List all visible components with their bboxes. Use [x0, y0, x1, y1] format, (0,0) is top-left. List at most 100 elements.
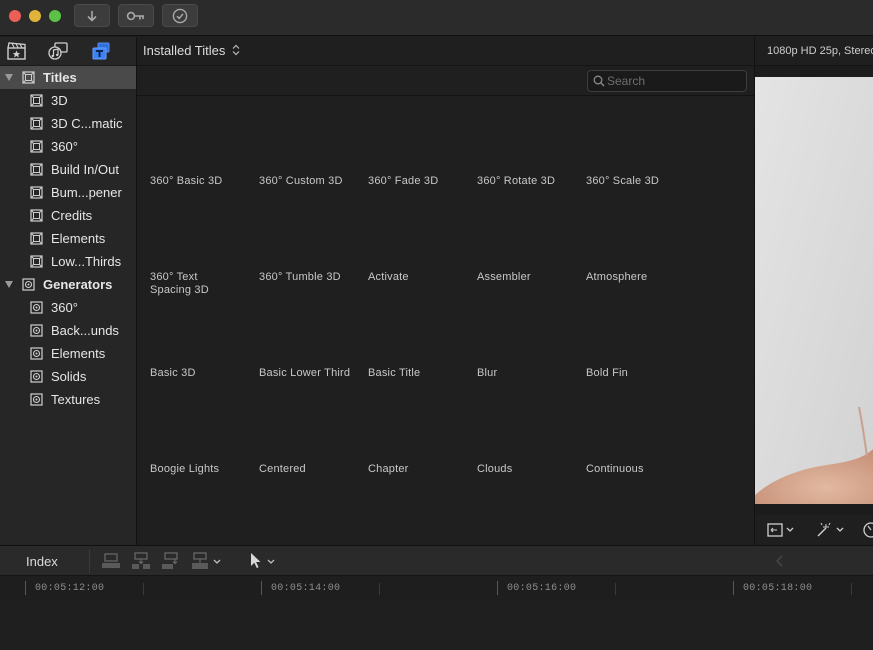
checkmark-circle-icon [172, 8, 188, 23]
title-item[interactable]: 360° Tumble 3D [259, 271, 363, 284]
select-tool-icon[interactable] [248, 552, 278, 570]
photos-audio-icon[interactable] [48, 41, 70, 61]
title-folder-icon [30, 209, 43, 222]
import-button[interactable] [74, 4, 110, 27]
title-item[interactable]: Centered [259, 463, 363, 476]
timecode-label: 00:05:14:00 [271, 583, 341, 594]
sidebar-item-3d[interactable]: 3D [0, 89, 136, 112]
append-clip-icon[interactable] [161, 552, 181, 570]
title-item[interactable]: 360° Basic 3D [150, 175, 254, 188]
disclosure-triangle-icon[interactable] [5, 281, 13, 288]
generator-folder-icon [30, 393, 43, 406]
viewer: 1080p HD 25p, Stereo [755, 37, 873, 545]
sidebar-item-label: 3D [51, 93, 68, 108]
title-folder-icon [30, 186, 43, 199]
title-item[interactable]: Basic Title [368, 367, 472, 380]
title-item[interactable]: 360° Custom 3D [259, 175, 363, 188]
title-item[interactable]: Boogie Lights [150, 463, 254, 476]
title-item[interactable]: 360° Fade 3D [368, 175, 472, 188]
enhance-wand-icon[interactable] [815, 522, 845, 538]
viewer-video-frame[interactable] [755, 77, 873, 504]
sidebar-item-credits[interactable]: Credits [0, 204, 136, 227]
sidebar-item-backgrounds[interactable]: Back...unds [0, 319, 136, 342]
search-field[interactable] [587, 70, 747, 92]
title-item[interactable]: Blur [477, 367, 581, 380]
disclosure-triangle-icon[interactable] [5, 74, 13, 81]
sidebar-item-360[interactable]: 360° [0, 135, 136, 158]
speed-gauge-icon[interactable] [859, 521, 873, 539]
sidebar-item-titles[interactable]: Titles [0, 66, 136, 89]
toolbar-separator [89, 549, 90, 573]
sidebar-item-label: 3D C...matic [51, 116, 123, 131]
title-item[interactable]: 360° Text Spacing 3D [150, 271, 230, 297]
browser-title: Installed Titles [143, 43, 226, 58]
overwrite-clip-icon[interactable] [191, 552, 225, 570]
title-item[interactable]: Basic Lower Third [259, 367, 363, 380]
sidebar-item-generators[interactable]: Generators [0, 273, 136, 296]
sidebar-item-3d-cinematic[interactable]: 3D C...matic [0, 112, 136, 135]
generator-folder-icon [30, 324, 43, 337]
timeline-track-area[interactable] [0, 601, 873, 650]
sidebar-item-label: Credits [51, 208, 93, 223]
search-input[interactable] [607, 73, 743, 89]
viewer-format: 1080p HD 25p, Stereo [767, 45, 873, 57]
key-icon [126, 11, 144, 20]
ruler-tick [733, 581, 734, 595]
sidebar-item-label: Textures [51, 392, 101, 407]
sidebar-item-label: Elements [51, 231, 106, 246]
transform-crop-icon[interactable] [767, 522, 795, 538]
title-item[interactable]: 360° Scale 3D [586, 175, 690, 188]
sidebar-item-generator-elements[interactable]: Elements [0, 342, 136, 365]
close-window-button[interactable] [9, 10, 21, 22]
libraries-clapper-icon[interactable] [6, 41, 28, 61]
up-down-chevron-icon [232, 44, 240, 56]
title-item[interactable]: Chapter [368, 463, 472, 476]
timeline-ruler[interactable]: 00:05:12:00 00:05:14:00 00:05:16:00 00:0… [0, 577, 873, 601]
title-folder-icon [30, 94, 43, 107]
sidebar-tabs [0, 37, 136, 66]
sidebar-item-textures[interactable]: Textures [0, 388, 136, 411]
zoom-window-button[interactable] [49, 10, 61, 22]
titles-browser: Installed Titles 360° Basic 3D 360° Cust… [137, 37, 755, 545]
minimize-window-button[interactable] [29, 10, 41, 22]
titles-generators-icon[interactable] [90, 41, 112, 61]
sidebar-item-generators-360[interactable]: 360° [0, 296, 136, 319]
generator-folder-icon [30, 347, 43, 360]
sidebar-item-label: Bum...pener [51, 185, 122, 200]
title-item[interactable]: Atmosphere [586, 271, 690, 284]
background-tasks-button[interactable] [162, 4, 198, 27]
sidebar-item-label: 360° [51, 300, 78, 315]
sidebar-item-label: Solids [51, 369, 87, 384]
title-item[interactable]: Clouds [477, 463, 581, 476]
sidebar: Titles 3D 3D C...matic 360° Build In/Out… [0, 37, 137, 545]
title-item[interactable]: Assembler [477, 271, 581, 284]
title-item[interactable]: Bold Fin [586, 367, 690, 380]
sidebar-item-elements[interactable]: Elements [0, 227, 136, 250]
title-item[interactable]: Continuous [586, 463, 690, 476]
connect-clip-icon[interactable] [101, 552, 121, 570]
index-button[interactable]: Index [26, 554, 58, 569]
sidebar-item-label: Back...unds [51, 323, 119, 338]
ruler-tick [261, 581, 262, 595]
search-icon [593, 75, 605, 87]
sidebar-item-label: Generators [43, 277, 113, 292]
ruler-tick [379, 583, 380, 595]
title-item[interactable]: Basic 3D [150, 367, 254, 380]
sidebar-item-lower-thirds[interactable]: Low...Thirds [0, 250, 136, 273]
timecode-label: 00:05:18:00 [743, 583, 813, 594]
title-item[interactable]: 360° Rotate 3D [477, 175, 581, 188]
ruler-tick [497, 581, 498, 595]
ruler-tick [615, 583, 616, 595]
sidebar-item-solids[interactable]: Solids [0, 365, 136, 388]
back-chevron-icon[interactable] [775, 555, 785, 567]
search-row [137, 66, 754, 96]
title-item[interactable]: Activate [368, 271, 472, 284]
browser-title-popup[interactable]: Installed Titles [143, 43, 240, 58]
timecode-label: 00:05:12:00 [35, 583, 105, 594]
sidebar-item-build-in-out[interactable]: Build In/Out [0, 158, 136, 181]
keywords-button[interactable] [118, 4, 154, 27]
sidebar-item-bumper-opener[interactable]: Bum...pener [0, 181, 136, 204]
title-folder-icon [30, 232, 43, 245]
insert-clip-icon[interactable] [131, 552, 151, 570]
sidebar-item-label: Low...Thirds [51, 254, 122, 269]
